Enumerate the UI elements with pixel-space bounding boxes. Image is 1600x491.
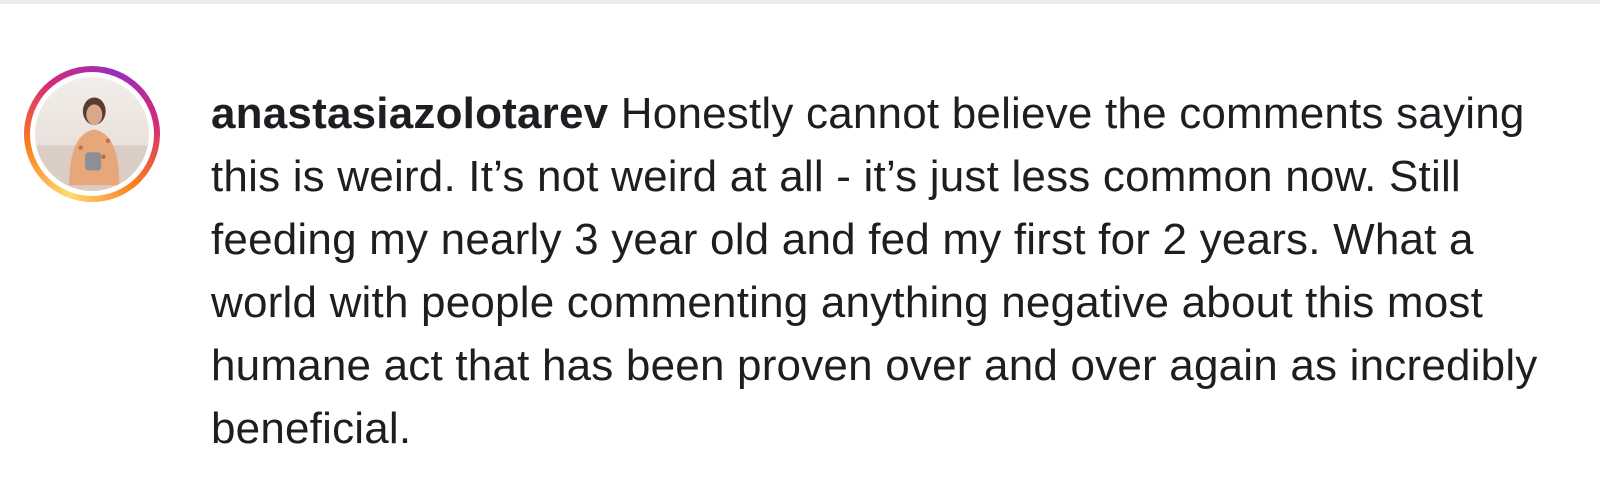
avatar[interactable] xyxy=(35,77,149,191)
comment-item: anastasiazolotarev Honestly cannot belie… xyxy=(0,0,1600,491)
comment-body: anastasiazolotarev Honestly cannot belie… xyxy=(211,82,1551,460)
comment-username[interactable]: anastasiazolotarev xyxy=(211,89,608,138)
comment-text: Honestly cannot believe the comments say… xyxy=(211,89,1538,453)
avatar-story-ring[interactable] xyxy=(24,66,160,202)
avatar-frame xyxy=(30,72,154,196)
